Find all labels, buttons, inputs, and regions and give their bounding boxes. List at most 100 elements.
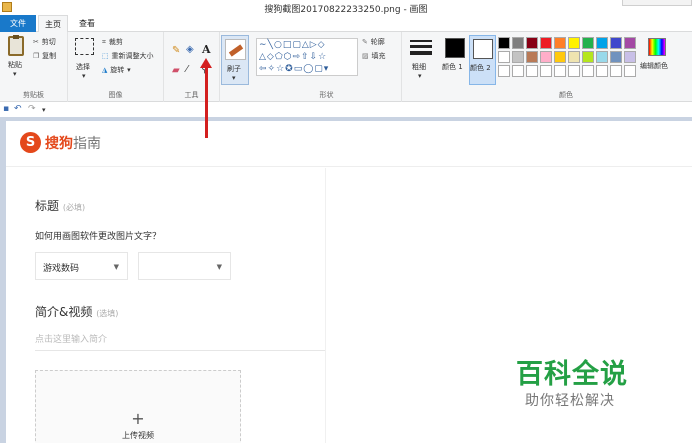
custom-color-slot[interactable] — [554, 65, 566, 77]
color1-label: 颜色 1 — [442, 63, 463, 71]
size-label: 粗细 — [412, 63, 426, 71]
custom-color-slot[interactable] — [610, 65, 622, 77]
color-swatch[interactable] — [568, 37, 580, 49]
paste-label: 粘贴 — [8, 61, 22, 69]
color-swatch[interactable] — [498, 51, 510, 63]
customize-dropdown-icon[interactable]: ▾ — [42, 106, 46, 114]
color2-swatch — [473, 39, 493, 59]
intro-hint: (选填) — [96, 309, 119, 318]
category-select[interactable]: 游戏数码 ▼ — [35, 252, 128, 280]
intro-label-text: 简介&视频 — [35, 305, 93, 319]
color-swatch[interactable] — [512, 51, 524, 63]
outline-button[interactable]: ✎ 轮廓 — [362, 37, 385, 47]
color-picker-icon[interactable]: ⁄ — [186, 64, 188, 75]
shapes-group-label: 形状 — [319, 91, 334, 99]
image-group: 选择 ▾ ⌗ 裁剪 ⬚ 重新调整大小 ◮ 旋转 ▾ 图像 — [68, 32, 164, 102]
title-label-text: 标题 — [35, 199, 60, 213]
upload-video-label: 上传视频 — [122, 431, 154, 440]
question-text: 如何用画图软件更改图片文字？ — [35, 232, 162, 242]
chevron-down-icon: ▾ — [13, 70, 17, 78]
logo-text: 搜狗指南 — [45, 133, 101, 153]
title-hint: (必填) — [62, 203, 86, 212]
color-swatch[interactable] — [610, 37, 622, 49]
rotate-button[interactable]: ◮ 旋转 ▾ — [102, 65, 131, 75]
rainbow-icon — [648, 38, 666, 56]
image-group-label: 图像 — [108, 91, 123, 99]
color-swatch[interactable] — [540, 51, 552, 63]
resize-icon: ⬚ — [102, 52, 109, 60]
custom-color-slot[interactable] — [512, 65, 524, 77]
shapes-row-1: ∼╲○□▢△▷◇ — [259, 40, 326, 50]
cut-button[interactable]: ✂ 剪切 — [33, 37, 56, 47]
pencil-icon[interactable]: ✎ — [172, 45, 180, 56]
select-button[interactable]: 选择 ▾ — [72, 36, 98, 82]
plus-icon: + — [131, 409, 145, 428]
color1-button[interactable]: 颜色 1 — [442, 35, 468, 83]
crop-icon: ⌗ — [102, 38, 106, 46]
tab-file[interactable]: 文件 — [0, 15, 36, 32]
color-swatch[interactable] — [498, 37, 510, 49]
window-controls[interactable] — [622, 0, 692, 6]
logo-brand: 搜狗 — [45, 136, 73, 152]
title-label: 标题 (必填) — [35, 197, 85, 214]
color-swatch[interactable] — [554, 51, 566, 63]
color-swatch[interactable] — [540, 37, 552, 49]
rotate-label: 旋转 — [110, 66, 125, 74]
custom-color-slot[interactable] — [526, 65, 538, 77]
custom-color-slot[interactable] — [624, 65, 636, 77]
title-bar: 搜狗截图20170822233250.png - 画图 — [0, 0, 692, 15]
color-swatch[interactable] — [596, 51, 608, 63]
brush-icon — [225, 39, 246, 60]
custom-color-slot[interactable] — [568, 65, 580, 77]
tools-group-label: 工具 — [184, 91, 199, 99]
edit-colors-button[interactable]: 编辑颜色 — [640, 35, 680, 83]
size-button[interactable]: 粗细 ▾ — [406, 35, 436, 85]
fill-button[interactable]: ▨ 填充 — [362, 51, 386, 61]
copy-label: 复制 — [42, 52, 57, 60]
color-swatch[interactable] — [554, 37, 566, 49]
cut-label: 剪切 — [41, 38, 56, 46]
chevron-down-icon: ▼ — [113, 263, 119, 271]
paste-button[interactable]: 粘贴 ▾ — [0, 32, 32, 92]
color-swatch[interactable] — [582, 37, 594, 49]
subcategory-select[interactable]: ▼ — [138, 252, 231, 280]
tab-view[interactable]: 查看 — [72, 15, 102, 32]
copy-button[interactable]: ❐ 复制 — [33, 51, 56, 61]
color-swatch[interactable] — [526, 37, 538, 49]
brushes-button[interactable]: 刷子 ▾ — [221, 35, 249, 85]
crop-button[interactable]: ⌗ 裁剪 — [102, 37, 123, 47]
color-swatch[interactable] — [596, 37, 608, 49]
text-tool-icon[interactable]: A — [202, 43, 211, 56]
window-title: 搜狗截图20170822233250.png - 画图 — [264, 5, 428, 15]
custom-color-slot[interactable] — [582, 65, 594, 77]
color-swatch[interactable] — [512, 37, 524, 49]
intro-input[interactable]: 点击这里输入简介 — [35, 332, 107, 345]
red-arrow-line — [205, 66, 208, 138]
color-swatch[interactable] — [526, 51, 538, 63]
shapes-gallery[interactable]: ∼╲○□▢△▷◇ △◇⬠⬡⇨⇧⇩☆ ⇦✧☆✪▭◯▢▾ — [256, 38, 358, 76]
custom-color-slot[interactable] — [498, 65, 510, 77]
sogou-logo-icon: S — [20, 132, 41, 153]
chevron-down-icon: ▾ — [418, 72, 422, 80]
fill-bucket-icon[interactable]: ◈ — [186, 44, 194, 55]
custom-color-slot[interactable] — [540, 65, 552, 77]
color-swatch[interactable] — [582, 51, 594, 63]
undo-icon[interactable]: ↶ — [14, 104, 22, 114]
color2-label: 颜色 2 — [470, 64, 491, 72]
chevron-down-icon: ▼ — [216, 263, 222, 271]
upload-video-box[interactable]: + 上传视频 — [35, 370, 241, 443]
chevron-down-icon: ▾ — [127, 66, 131, 74]
clipboard-group-label: 剪贴板 — [23, 91, 44, 99]
eraser-icon[interactable]: ▰ — [172, 65, 180, 76]
color-swatch[interactable] — [568, 51, 580, 63]
redo-icon[interactable]: ↷ — [28, 104, 36, 114]
save-icon[interactable]: ▪ — [3, 104, 9, 114]
resize-button[interactable]: ⬚ 重新调整大小 — [102, 51, 154, 61]
custom-color-slot[interactable] — [596, 65, 608, 77]
category-value: 游戏数码 — [43, 264, 80, 274]
tab-home[interactable]: 主页 — [38, 15, 68, 33]
color2-button[interactable]: 颜色 2 — [469, 35, 496, 85]
color-swatch[interactable] — [624, 51, 636, 63]
color-swatch[interactable] — [624, 37, 636, 49]
color-swatch[interactable] — [610, 51, 622, 63]
